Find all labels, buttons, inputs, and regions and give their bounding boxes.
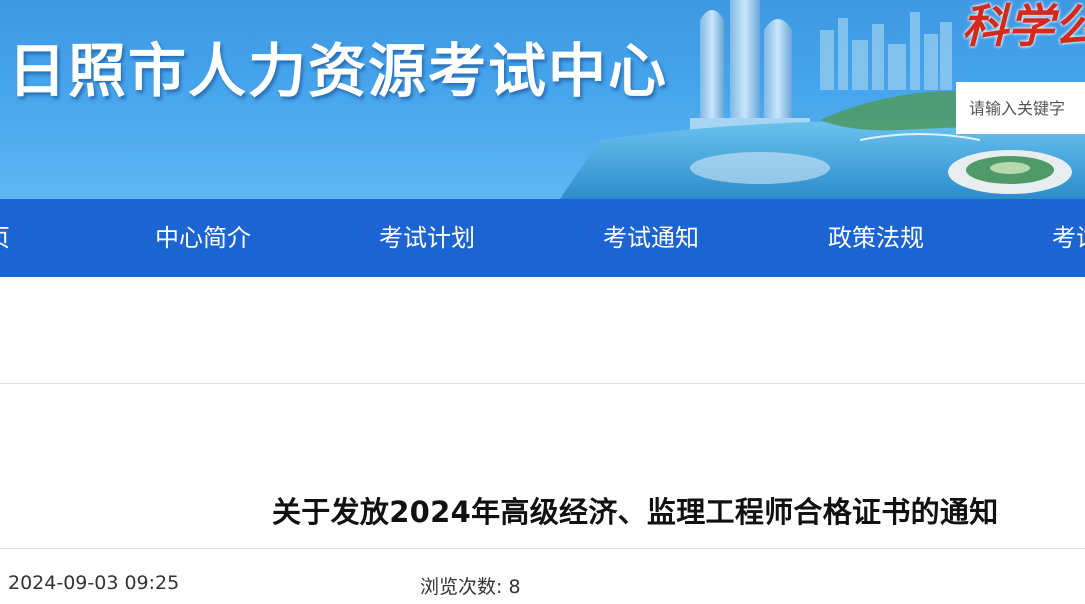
section-divider <box>0 383 1085 384</box>
nav-item-home[interactable]: 页 <box>0 199 10 277</box>
title-divider <box>0 548 1085 549</box>
publish-date: 2024-09-03 09:25 <box>8 572 180 594</box>
search-input[interactable] <box>956 82 1085 134</box>
nav-item-center-intro[interactable]: 中心简介 <box>155 199 251 277</box>
view-count-label: 浏览次数: <box>420 576 503 598</box>
page: 日照市人力资源考试中心 科学公 页 中心简介 考试计划 考试通知 政策法规 考试… <box>0 0 1085 604</box>
nav-item-exam-more[interactable]: 考试 <box>1052 199 1085 277</box>
nav-item-exam-plan[interactable]: 考试计划 <box>379 199 475 277</box>
article-title: 关于发放2024年高级经济、监理工程师合格证书的通知 <box>272 495 999 529</box>
header-banner: 日照市人力资源考试中心 科学公 <box>0 0 1085 199</box>
nav-item-policy[interactable]: 政策法规 <box>828 199 924 277</box>
view-count-value: 8 <box>508 576 521 598</box>
nav-item-exam-notice[interactable]: 考试通知 <box>603 199 699 277</box>
slogan-calligraphy: 科学公 <box>962 0 1085 53</box>
main-nav: 页 中心简介 考试计划 考试通知 政策法规 考试 <box>0 199 1085 277</box>
site-title: 日照市人力资源考试中心 <box>8 37 669 105</box>
view-count: 浏览次数: 8 <box>420 572 521 599</box>
